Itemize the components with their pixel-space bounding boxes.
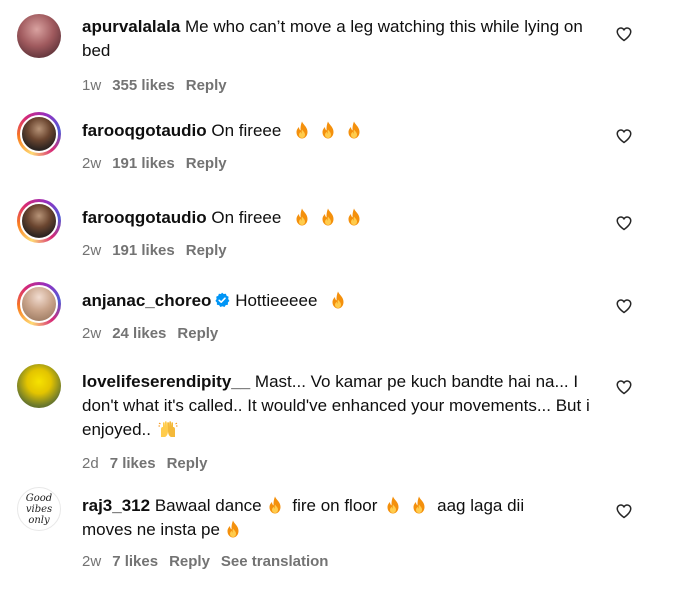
comment-text-block: anjanac_choreo Hottieeeee bbox=[82, 289, 602, 313]
comment-body-part: Bawaal dance bbox=[154, 496, 262, 515]
fire-emoji bbox=[294, 121, 310, 139]
comment-body: On fireee bbox=[211, 121, 282, 140]
fire-emoji bbox=[411, 496, 427, 514]
fire-emoji bbox=[330, 291, 346, 309]
comment-likes-count[interactable]: 7 likes bbox=[110, 455, 156, 472]
avatar[interactable] bbox=[17, 364, 61, 408]
comment-body: Hottieeeee bbox=[235, 291, 318, 310]
comment-meta: 2w 24 likes Reply bbox=[82, 325, 229, 342]
avatar[interactable]: Good vibes only bbox=[17, 487, 61, 531]
reply-button[interactable]: Reply bbox=[186, 155, 227, 172]
heart-outline-icon[interactable] bbox=[615, 214, 633, 232]
comment-body-part: moves ne insta pe bbox=[82, 520, 220, 539]
reply-button[interactable]: Reply bbox=[169, 553, 210, 570]
comment-text-block: lovelifeserendipity__ Mast... Vo kamar p… bbox=[82, 370, 592, 442]
comment-timestamp[interactable]: 2w bbox=[82, 242, 101, 259]
see-translation-button[interactable]: See translation bbox=[221, 553, 329, 570]
avatar[interactable] bbox=[17, 112, 61, 156]
fire-emoji bbox=[346, 121, 362, 139]
fire-emoji bbox=[294, 208, 310, 226]
verified-badge-icon bbox=[215, 292, 230, 307]
comment-timestamp[interactable]: 2w bbox=[82, 553, 101, 570]
avatar-text: Good vibes only bbox=[25, 492, 53, 526]
comment-meta: 2w 7 likes Reply See translation bbox=[82, 553, 339, 570]
comment-meta: 2w 191 likes Reply bbox=[82, 242, 238, 259]
comment-likes-count[interactable]: 191 likes bbox=[112, 155, 175, 172]
avatar[interactable] bbox=[17, 282, 61, 326]
comment-username[interactable]: anjanac_choreo bbox=[82, 291, 211, 310]
raising-hands-emoji bbox=[158, 421, 178, 437]
fire-emoji bbox=[320, 208, 336, 226]
comment-meta: 2d 7 likes Reply bbox=[82, 455, 218, 472]
comment-username[interactable]: farooqgotaudio bbox=[82, 121, 207, 140]
reply-button[interactable]: Reply bbox=[177, 325, 218, 342]
reply-button[interactable]: Reply bbox=[186, 242, 227, 259]
comment-text-block: apurvalalala Me who can’t move a leg wat… bbox=[82, 15, 602, 63]
comment-username[interactable]: raj3_312 bbox=[82, 496, 150, 515]
comment-timestamp[interactable]: 2d bbox=[82, 455, 99, 472]
comment-timestamp[interactable]: 1w bbox=[82, 77, 101, 94]
fire-emoji bbox=[346, 208, 362, 226]
heart-outline-icon[interactable] bbox=[615, 127, 633, 145]
fire-emoji bbox=[267, 496, 283, 514]
comment-timestamp[interactable]: 2w bbox=[82, 155, 101, 172]
comment-username[interactable]: lovelifeserendipity__ bbox=[82, 372, 250, 391]
comment-likes-count[interactable]: 24 likes bbox=[112, 325, 166, 342]
comment-likes-count[interactable]: 191 likes bbox=[112, 242, 175, 259]
comment-text-block: raj3_312 Bawaal dance fire on floor aag … bbox=[82, 494, 582, 542]
comment-likes-count[interactable]: 355 likes bbox=[112, 77, 175, 94]
comment-username[interactable]: apurvalalala bbox=[82, 17, 180, 36]
comment-meta: 1w 355 likes Reply bbox=[82, 77, 238, 94]
comment-username[interactable]: farooqgotaudio bbox=[82, 208, 207, 227]
comment-text-block: farooqgotaudio On fireee bbox=[82, 206, 602, 230]
heart-outline-icon[interactable] bbox=[615, 25, 633, 43]
heart-outline-icon[interactable] bbox=[615, 378, 633, 396]
comment-likes-count[interactable]: 7 likes bbox=[112, 553, 158, 570]
comment-body-part: fire on floor bbox=[292, 496, 378, 515]
reply-button[interactable]: Reply bbox=[167, 455, 208, 472]
heart-outline-icon[interactable] bbox=[615, 502, 633, 520]
comment-body-part: aag laga dii bbox=[437, 496, 525, 515]
fire-emoji bbox=[385, 496, 401, 514]
comment-timestamp[interactable]: 2w bbox=[82, 325, 101, 342]
fire-emoji bbox=[320, 121, 336, 139]
comment-text-block: farooqgotaudio On fireee bbox=[82, 119, 602, 143]
reply-button[interactable]: Reply bbox=[186, 77, 227, 94]
comment-body: On fireee bbox=[211, 208, 282, 227]
fire-emoji bbox=[225, 520, 241, 538]
avatar[interactable] bbox=[17, 199, 61, 243]
heart-outline-icon[interactable] bbox=[615, 297, 633, 315]
comment-meta: 2w 191 likes Reply bbox=[82, 155, 238, 172]
avatar[interactable] bbox=[17, 14, 61, 58]
